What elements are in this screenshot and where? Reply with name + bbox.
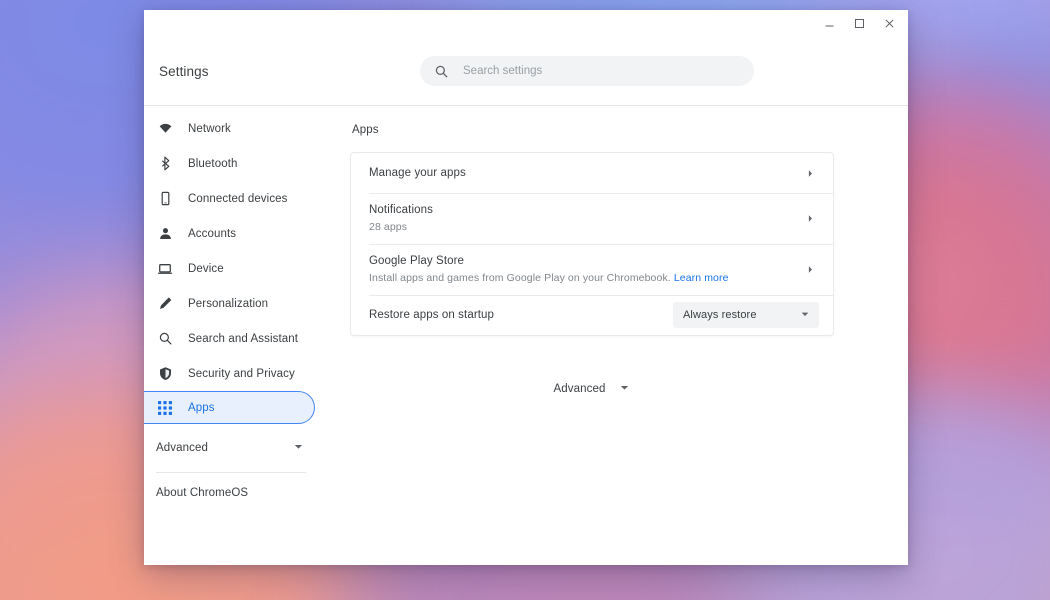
row-subtitle-text: Install apps and games from Google Play … <box>369 272 671 284</box>
search-input[interactable] <box>463 65 740 77</box>
sidebar-advanced-label: Advanced <box>156 442 208 454</box>
bluetooth-icon <box>156 155 174 173</box>
sidebar-item-label: Security and Privacy <box>188 368 295 380</box>
row-title: Restore apps on startup <box>369 307 673 323</box>
row-subtitle: 28 apps <box>369 220 793 235</box>
chevron-right-icon <box>801 164 819 182</box>
row-title: Google Play Store <box>369 253 793 269</box>
phone-icon <box>156 190 174 208</box>
sidebar-item-label: Apps <box>188 402 215 414</box>
shield-icon <box>156 365 174 383</box>
advanced-expand-label: Advanced <box>554 383 606 395</box>
person-icon <box>156 225 174 243</box>
settings-card: Manage your apps Notifications 28 apps <box>350 152 834 336</box>
pencil-icon <box>156 295 174 313</box>
sidebar-item-search-and-assistant[interactable]: Search and Assistant <box>144 321 318 356</box>
chevron-down-icon <box>293 439 304 457</box>
main-content: Apps Manage your apps Not <box>318 106 908 565</box>
row-text: Notifications 28 apps <box>369 193 793 244</box>
sidebar-item-label: Device <box>188 263 224 275</box>
row-text: Restore apps on startup <box>369 298 673 332</box>
row-title: Notifications <box>369 202 793 218</box>
row-notifications[interactable]: Notifications 28 apps <box>351 193 833 244</box>
sidebar-item-label: Accounts <box>188 228 236 240</box>
sidebar-item-about-chromeos[interactable]: About ChromeOS <box>144 473 318 513</box>
sidebar: Network Bluetooth Connected devices <box>144 106 318 565</box>
row-manage-your-apps[interactable]: Manage your apps <box>351 153 833 193</box>
laptop-icon <box>156 260 174 278</box>
sidebar-item-apps[interactable]: Apps <box>144 391 315 424</box>
sidebar-item-label: Personalization <box>188 298 268 310</box>
sidebar-item-bluetooth[interactable]: Bluetooth <box>144 146 318 181</box>
sidebar-item-security-and-privacy[interactable]: Security and Privacy <box>144 356 318 391</box>
maximize-button[interactable] <box>844 11 874 37</box>
sidebar-item-network[interactable]: Network <box>144 111 318 146</box>
settings-window: Settings Network <box>144 10 908 565</box>
page-title: Settings <box>159 64 209 79</box>
sidebar-item-label: Search and Assistant <box>188 333 298 345</box>
row-title: Manage your apps <box>369 165 793 181</box>
sidebar-item-connected-devices[interactable]: Connected devices <box>144 181 318 216</box>
advanced-expand-button[interactable]: Advanced <box>350 380 834 398</box>
minimize-button[interactable] <box>814 11 844 37</box>
close-button[interactable] <box>874 11 904 37</box>
sidebar-about-label: About ChromeOS <box>156 487 248 499</box>
sidebar-item-advanced[interactable]: Advanced <box>144 430 318 466</box>
search-bar[interactable] <box>420 56 754 86</box>
chevron-right-icon <box>801 210 819 228</box>
app-body: Network Bluetooth Connected devices <box>144 106 908 565</box>
learn-more-link[interactable]: Learn more <box>674 272 729 284</box>
wifi-icon <box>156 120 174 138</box>
sidebar-item-label: Network <box>188 123 231 135</box>
chevron-down-icon <box>619 380 630 398</box>
window-title-bar <box>144 10 908 37</box>
sidebar-item-label: Connected devices <box>188 193 288 205</box>
grid-icon <box>156 399 174 417</box>
chevron-right-icon <box>801 261 819 279</box>
search-icon <box>156 330 174 348</box>
sidebar-item-accounts[interactable]: Accounts <box>144 216 318 251</box>
search-icon <box>434 64 449 79</box>
row-text: Manage your apps <box>369 156 793 190</box>
section-title: Apps <box>352 124 834 136</box>
sidebar-item-personalization[interactable]: Personalization <box>144 286 318 321</box>
sidebar-item-device[interactable]: Device <box>144 251 318 286</box>
app-header: Settings <box>144 37 908 106</box>
restore-apps-select-value: Always restore <box>683 309 757 321</box>
sidebar-item-label: Bluetooth <box>188 158 238 170</box>
row-text: Google Play Store Install apps and games… <box>369 244 793 295</box>
restore-apps-select[interactable]: Always restore <box>673 302 819 328</box>
row-google-play-store[interactable]: Google Play Store Install apps and games… <box>351 244 833 295</box>
chevron-down-icon <box>800 306 810 324</box>
row-restore-apps-on-startup: Restore apps on startup Always restore <box>351 295 833 335</box>
row-subtitle: Install apps and games from Google Play … <box>369 271 793 286</box>
